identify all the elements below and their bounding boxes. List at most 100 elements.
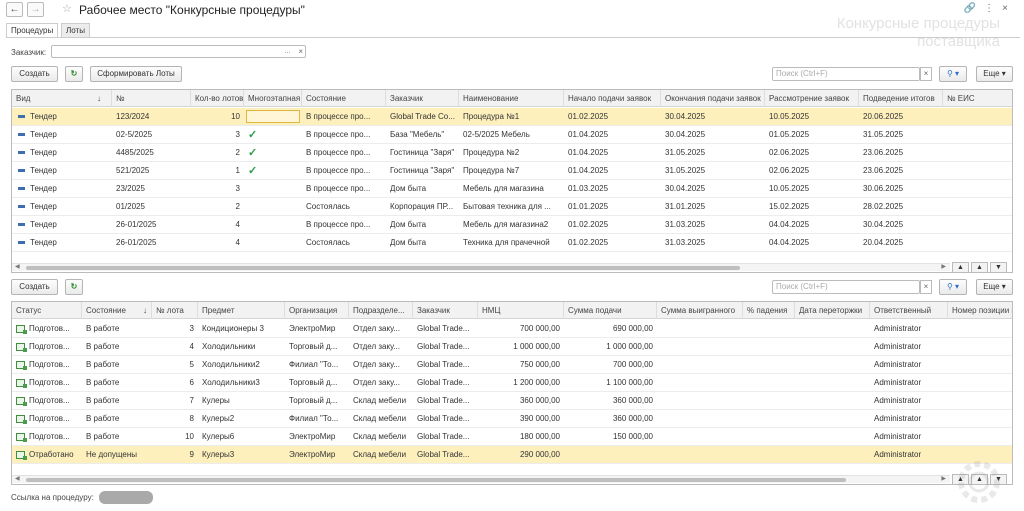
lots-search-clear-icon[interactable]: × xyxy=(920,280,932,294)
column-header[interactable]: № xyxy=(112,90,191,107)
more-button[interactable]: Еще ▾ xyxy=(976,66,1013,82)
column-header[interactable]: НМЦ xyxy=(478,302,564,319)
multistage-edit-field[interactable] xyxy=(246,110,300,123)
column-header[interactable]: Состояние ↓ xyxy=(82,302,152,319)
column-header[interactable]: Окончания подачи заявок xyxy=(661,90,765,107)
document-type-icon xyxy=(18,133,25,137)
table-row[interactable]: Тендер 26-01/2025 4 Состоялась Дом быта Техни… xyxy=(12,234,1012,252)
cell-state: В работе xyxy=(86,324,120,333)
table-row[interactable]: Подготов... В работе 6 Холодильники3 Торговы… xyxy=(12,374,1012,392)
column-header[interactable]: Предмет xyxy=(198,302,285,319)
column-header[interactable]: Организация xyxy=(285,302,349,319)
dropdown-dots-icon[interactable]: … xyxy=(284,46,291,57)
table-row[interactable]: Подготов... В работе 3 Кондиционеры 3 Электр… xyxy=(12,320,1012,338)
scroll-left-icon[interactable]: ◀ xyxy=(15,263,20,270)
column-header[interactable]: % падения xyxy=(743,302,795,319)
tab-lots[interactable]: Лоты xyxy=(61,23,90,37)
tab-procedures[interactable]: Процедуры xyxy=(6,23,59,37)
procedure-link-value[interactable] xyxy=(99,491,153,504)
form-lots-button[interactable]: Сформировать Лоты xyxy=(90,66,182,82)
cell-resp: Administrator xyxy=(874,432,922,441)
search-clear-icon[interactable]: × xyxy=(920,67,932,81)
table-row[interactable]: Тендер 23/2025 3 В процессе про... Дом быта М… xyxy=(12,180,1012,198)
table-row[interactable]: Тендер 4485/2025 2 ✓ В процессе про... Гостин… xyxy=(12,144,1012,162)
scroll-thumb[interactable] xyxy=(26,266,740,270)
menu-dots-icon[interactable]: ⋮ xyxy=(984,3,1002,14)
column-header[interactable]: Номер позиции п xyxy=(948,302,1012,319)
table-row[interactable]: Тендер 01/2025 2 Состоялась Корпорация ПР...… xyxy=(12,198,1012,216)
cell-eis xyxy=(943,198,1012,216)
search-button[interactable]: ⚲ ▾ xyxy=(939,66,967,82)
table-row[interactable]: Подготов... В работе 10 Кулеры6 ЭлектроМир Ск… xyxy=(12,428,1012,446)
table-row[interactable]: Тендер 521/2025 1 ✓ В процессе про... Гостини… xyxy=(12,162,1012,180)
close-icon[interactable]: × xyxy=(1002,3,1016,14)
cell-eis xyxy=(943,162,1012,180)
lots-search-input[interactable]: Поиск (Ctrl+F) xyxy=(772,280,920,294)
lots-horizontal-scrollbar[interactable]: ◀ ▶ xyxy=(12,475,950,483)
column-header[interactable]: Заказчик xyxy=(386,90,459,107)
column-header[interactable]: Подразделе... xyxy=(349,302,413,319)
refresh-lots-button[interactable]: ↻ xyxy=(65,279,83,295)
column-header[interactable]: Многоэтапная xyxy=(244,90,302,107)
search-input[interactable]: Поиск (Ctrl+F) xyxy=(772,67,920,81)
cell-end: 31.03.2025 xyxy=(665,220,706,229)
clear-icon[interactable]: × xyxy=(298,46,303,57)
cell-rebid xyxy=(795,410,870,428)
cell-submit: 360 000,00 xyxy=(612,396,653,405)
table-row[interactable]: Подготов... В работе 5 Холодильники2 Филиал … xyxy=(12,356,1012,374)
column-header[interactable]: Начало подачи заявок xyxy=(564,90,661,107)
cell-end: 31.05.2025 xyxy=(665,148,706,157)
document-type-icon xyxy=(18,169,25,173)
create-procedure-button[interactable]: Создать xyxy=(11,66,58,82)
cell-state: В процессе про... xyxy=(306,220,371,229)
cell-resp: Administrator xyxy=(874,378,922,387)
column-header[interactable]: Вид ↓ xyxy=(12,90,112,107)
cell-status: Подготов... xyxy=(12,356,82,374)
column-header[interactable]: Кол-во лотов xyxy=(191,90,244,107)
scroll-right-icon[interactable]: ▶ xyxy=(941,263,946,270)
table-row[interactable]: Тендер 02-5/2025 3 ✓ В процессе про... База "… xyxy=(12,126,1012,144)
lots-more-button[interactable]: Еще ▾ xyxy=(976,279,1013,295)
lots-table[interactable]: Статус Состояние ↓ № лота Предмет Организация… xyxy=(11,301,1013,485)
window-controls: 🔗⋮× xyxy=(964,3,1016,14)
cell-eis xyxy=(943,144,1012,162)
table-row[interactable]: Подготов... В работе 8 Кулеры2 Филиал "То...… xyxy=(12,410,1012,428)
horizontal-scrollbar[interactable]: ◀ ▶ xyxy=(12,263,950,271)
scroll-left-icon[interactable]: ◀ xyxy=(15,475,20,482)
column-header[interactable]: Состояние xyxy=(302,90,386,107)
column-header[interactable]: № ЕИС xyxy=(943,90,1012,107)
table-row[interactable]: Подготов... В работе 4 Холодильники Торговый… xyxy=(12,338,1012,356)
column-header[interactable]: Наименование xyxy=(459,90,564,107)
column-header[interactable]: Статус xyxy=(12,302,82,319)
tab-divider xyxy=(6,37,1020,38)
table-row[interactable]: Подготов... В работе 7 Кулеры Торговый д... С… xyxy=(12,392,1012,410)
column-header[interactable]: Заказчик xyxy=(413,302,478,319)
go-up-button[interactable]: ▲ xyxy=(971,262,988,272)
cell-text: Подготов... xyxy=(29,432,70,441)
table-row[interactable]: Отработано Не допущены 9 Кулеры3 ЭлектроМир С… xyxy=(12,446,1012,464)
go-first-button[interactable]: ▲ xyxy=(952,262,969,272)
column-header[interactable]: Сумма выигранного xyxy=(657,302,743,319)
cell-lot: 5 xyxy=(189,360,194,369)
column-header[interactable]: № лота xyxy=(152,302,198,319)
table-row[interactable]: Тендер 26-01/2025 4 В процессе про... Дом бы… xyxy=(12,216,1012,234)
lots-search-button[interactable]: ⚲ ▾ xyxy=(939,279,967,295)
column-header[interactable]: Подведение итогов xyxy=(859,90,943,107)
column-header[interactable]: Дата переторжки xyxy=(795,302,870,319)
go-down-button[interactable]: ▼ xyxy=(990,262,1007,272)
favorite-star-icon[interactable]: ☆ xyxy=(62,2,72,15)
link-icon[interactable]: 🔗 xyxy=(964,3,984,14)
lots-scroll-thumb[interactable] xyxy=(26,478,846,482)
column-header[interactable]: Сумма подачи xyxy=(564,302,657,319)
refresh-button[interactable]: ↻ xyxy=(65,66,83,82)
procedures-table[interactable]: Вид ↓ № Кол-во лотов Многоэтапная Состояние За… xyxy=(11,89,1013,273)
forward-arrow-icon[interactable]: → xyxy=(27,2,44,17)
column-header[interactable]: Ответственный xyxy=(870,302,948,319)
customer-field[interactable]: … × xyxy=(51,45,306,58)
back-arrow-icon[interactable]: ← xyxy=(6,2,23,17)
column-header[interactable]: Рассмотрение заявок xyxy=(765,90,859,107)
table-row[interactable]: Тендер 123/2024 10 В процессе про... Global … xyxy=(12,108,1012,126)
cell-kind: Тендер xyxy=(12,162,112,180)
checkmark-icon: ✓ xyxy=(248,165,258,177)
create-lot-button[interactable]: Создать xyxy=(11,279,58,295)
